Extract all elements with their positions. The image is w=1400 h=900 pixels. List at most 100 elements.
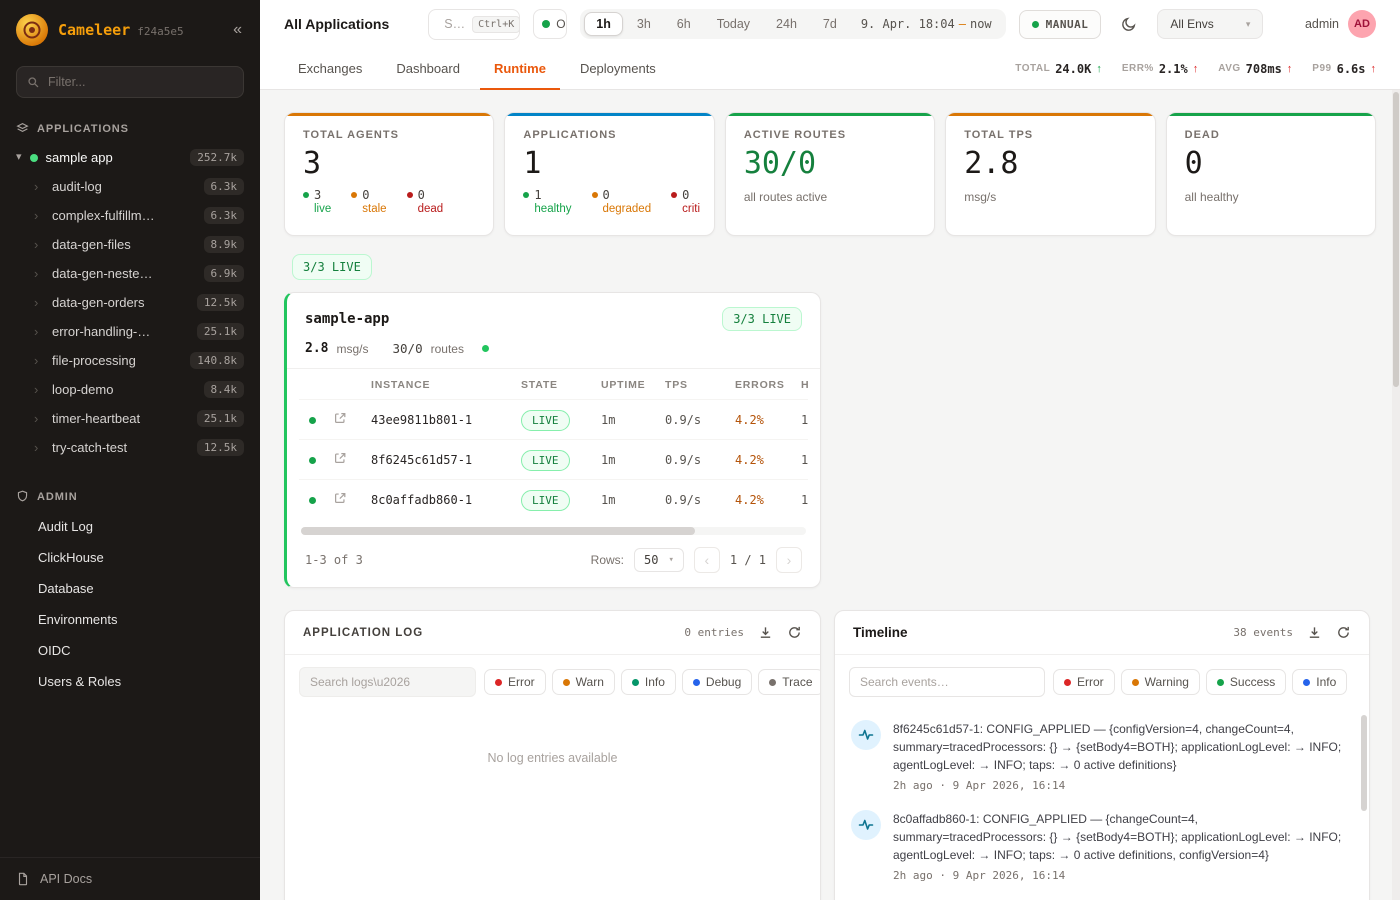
admin-item-database[interactable]: Database — [0, 573, 260, 604]
status-dot — [309, 457, 316, 464]
tab-dashboard[interactable]: Dashboard — [382, 48, 474, 90]
chevron-right-icon: › — [34, 412, 44, 425]
page-scrollbar[interactable] — [1392, 90, 1400, 900]
timeline-scrollbar-thumb[interactable] — [1361, 715, 1367, 811]
substat-dead: 0 dead — [407, 188, 444, 215]
count-badge: 12.5k — [197, 439, 244, 456]
external-link-icon[interactable] — [333, 411, 347, 425]
time-range-6h[interactable]: 6h — [665, 12, 703, 36]
event-filter-error[interactable]: Error — [1053, 669, 1115, 695]
tree-item-label: loop-demo — [52, 382, 113, 397]
manual-mode-button[interactable]: MANUAL — [1019, 10, 1102, 39]
tps: 0.9/s — [661, 493, 731, 507]
manual-mode-label: MANUAL — [1046, 18, 1089, 31]
log-search-input[interactable] — [299, 667, 476, 697]
sidebar-item-data-gen-nested[interactable]: › data-gen-neste… 6.9k — [0, 259, 260, 288]
entries-count: 0 entries — [684, 626, 744, 639]
download-logs-button[interactable] — [758, 625, 773, 640]
event-text: 8c0affadb860-1: CONFIG_APPLIED — {change… — [893, 810, 1345, 864]
table-row[interactable]: 8c0affadb860-1 LIVE 1m 0.9/s 4.2% 1 — [299, 479, 808, 519]
tab-runtime[interactable]: Runtime — [480, 48, 560, 90]
error-rate: 4.2% — [731, 493, 797, 507]
log-filter-error[interactable]: Error — [484, 669, 546, 695]
next-page-button[interactable]: › — [776, 547, 802, 573]
event-search-input[interactable] — [849, 667, 1045, 697]
uptime: 1m — [597, 493, 661, 507]
filter-input[interactable] — [48, 75, 233, 89]
admin-item-users-roles[interactable]: Users & Roles — [0, 666, 260, 697]
sidebar-item-data-gen-orders[interactable]: › data-gen-orders 12.5k — [0, 288, 260, 317]
admin-item-oidc[interactable]: OIDC — [0, 635, 260, 666]
warn-dot — [563, 679, 570, 686]
log-filter-debug[interactable]: Debug — [682, 669, 752, 695]
admin-icon — [16, 490, 29, 503]
tree-item-label: timer-heartbeat — [52, 411, 140, 426]
timeline-event[interactable]: 43ee9811b801-1: CONFIG_APPLIED — {change… — [851, 891, 1355, 900]
app-tps-value: 2.8 — [305, 341, 328, 356]
admin-item-clickhouse[interactable]: ClickHouse — [0, 542, 260, 573]
tree-root-label: sample app — [46, 150, 113, 165]
event-filter-success[interactable]: Success — [1206, 669, 1286, 695]
env-select[interactable]: All Envs ▾ — [1157, 9, 1263, 39]
time-range-3h[interactable]: 3h — [625, 12, 663, 36]
refresh-events-button[interactable] — [1336, 625, 1351, 640]
external-link-icon[interactable] — [333, 491, 347, 505]
table-row[interactable]: 43ee9811b801-1 LIVE 1m 0.9/s 4.2% 1 — [299, 399, 808, 439]
dark-mode-toggle[interactable] — [1114, 9, 1144, 39]
sidebar-item-error-handling[interactable]: › error-handling-… 25.1k — [0, 317, 260, 346]
tree-item-label: data-gen-neste… — [52, 266, 152, 281]
extra-metric: 1 — [797, 453, 821, 467]
timeline-event[interactable]: 8f6245c61d57-1: CONFIG_APPLIED — {config… — [851, 711, 1355, 801]
event-filter-info[interactable]: Info — [1292, 669, 1347, 695]
scrollbar-thumb[interactable] — [301, 527, 695, 535]
rows-per-page-select[interactable]: 50 ▾ — [634, 548, 684, 572]
tab-deployments[interactable]: Deployments — [566, 48, 670, 90]
user-menu[interactable]: admin AD — [1305, 10, 1376, 38]
sidebar-item-data-gen-files[interactable]: › data-gen-files 8.9k — [0, 230, 260, 259]
activity-icon — [851, 720, 881, 750]
refresh-logs-button[interactable] — [787, 625, 802, 640]
timeline-event[interactable]: 8c0affadb860-1: CONFIG_APPLIED — {change… — [851, 801, 1355, 891]
moon-icon — [1121, 16, 1137, 32]
uptime: 1m — [597, 413, 661, 427]
panel-title: APPLICATION LOG — [303, 627, 423, 639]
api-docs-link[interactable]: API Docs — [0, 857, 260, 900]
table-row[interactable]: 8f6245c61d57-1 LIVE 1m 0.9/s 4.2% 1 — [299, 439, 808, 479]
admin-item-audit-log[interactable]: Audit Log — [0, 511, 260, 542]
tps: 0.9/s — [661, 453, 731, 467]
admin-item-environments[interactable]: Environments — [0, 604, 260, 635]
tab-exchanges[interactable]: Exchanges — [284, 48, 376, 90]
log-filter-info[interactable]: Info — [621, 669, 676, 695]
log-filter-warn[interactable]: Warn — [552, 669, 615, 695]
tree-item-label: error-handling-… — [52, 324, 150, 339]
external-link-icon[interactable] — [333, 451, 347, 465]
time-range-7d[interactable]: 7d — [811, 12, 849, 36]
stat-avg-latency: AVG 708ms ↑ — [1218, 62, 1292, 76]
app-logo-icon — [16, 14, 48, 46]
log-filter-trace[interactable]: Trace — [758, 669, 821, 695]
error-dot — [495, 679, 502, 686]
time-range-24h[interactable]: 24h — [764, 12, 809, 36]
event-filter-warning[interactable]: Warning — [1121, 669, 1200, 695]
global-search[interactable]: S… Ctrl+K — [428, 9, 520, 40]
prev-page-button[interactable]: ‹ — [694, 547, 720, 573]
sidebar-item-audit-log[interactable]: › audit-log 6.3k — [0, 172, 260, 201]
sidebar-item-sample-app[interactable]: ▾ sample app 252.7k — [0, 143, 260, 172]
download-icon — [758, 625, 773, 640]
card-title: ACTIVE ROUTES — [744, 129, 916, 141]
sidebar-item-file-processing[interactable]: › file-processing 140.8k — [0, 346, 260, 375]
state-badge: LIVE — [521, 410, 570, 431]
sidebar-collapse-button[interactable]: « — [229, 20, 246, 40]
date-range[interactable]: 9. Apr. 18:04–now — [851, 17, 1002, 31]
download-events-button[interactable] — [1307, 625, 1322, 640]
time-range-today[interactable]: Today — [705, 12, 762, 36]
sidebar-item-loop-demo[interactable]: › loop-demo 8.4k — [0, 375, 260, 404]
time-range-1h[interactable]: 1h — [584, 12, 623, 36]
sidebar-item-timer-heartbeat[interactable]: › timer-heartbeat 25.1k — [0, 404, 260, 433]
sidebar-item-complex-fulfillment[interactable]: › complex-fulfillm… 6.3k — [0, 201, 260, 230]
tree-item-label: audit-log — [52, 179, 102, 194]
scrollbar-thumb[interactable] — [1393, 92, 1399, 387]
live-indicator[interactable]: O — [533, 9, 567, 39]
sidebar-item-try-catch-test[interactable]: › try-catch-test 12.5k — [0, 433, 260, 462]
horizontal-scrollbar[interactable] — [301, 527, 806, 535]
